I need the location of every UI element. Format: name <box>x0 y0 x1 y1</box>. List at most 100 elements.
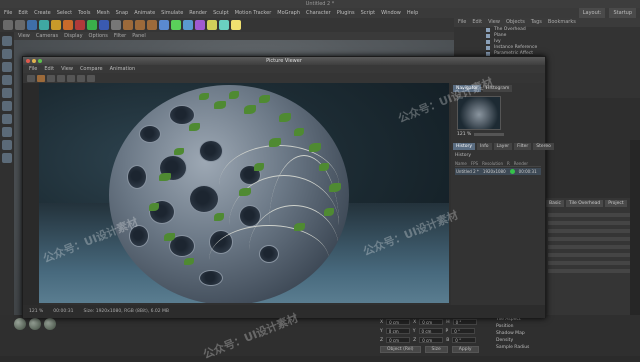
coordinate-system-icon[interactable] <box>111 20 121 30</box>
om-menu-item[interactable]: File <box>458 18 466 27</box>
spline-icon[interactable] <box>171 20 181 30</box>
rotation-p-field[interactable]: 0 ° <box>451 328 476 334</box>
tab-stereo[interactable]: Stereo <box>533 143 554 150</box>
rotate-icon[interactable] <box>63 20 73 30</box>
tab-history[interactable]: History <box>453 143 476 150</box>
maximize-icon[interactable] <box>38 59 42 63</box>
pv-menu-item[interactable]: Compare <box>80 65 103 73</box>
attribute-field[interactable] <box>548 237 636 241</box>
material-swatch[interactable] <box>29 318 41 330</box>
workplane-icon[interactable] <box>2 140 12 150</box>
split-view-icon[interactable] <box>87 74 95 82</box>
status-zoom[interactable]: 121 % <box>29 305 43 318</box>
viewport-menu-item[interactable]: Panel <box>132 32 146 40</box>
om-menu-item[interactable]: View <box>488 18 500 27</box>
rendered-image[interactable] <box>39 83 449 303</box>
viewport-menu-item[interactable]: View <box>18 32 30 40</box>
deformer-icon[interactable] <box>195 20 205 30</box>
position-z-field[interactable]: 0 cm <box>386 337 411 343</box>
make-editable-icon[interactable] <box>2 36 12 46</box>
attribute-field[interactable] <box>548 269 636 273</box>
size-y-field[interactable]: 0 cm <box>418 328 443 334</box>
menu-item[interactable]: File <box>4 8 12 18</box>
polygons-mode-icon[interactable] <box>2 101 12 111</box>
attribute-field[interactable] <box>548 261 636 265</box>
zoom-slider[interactable] <box>474 133 505 136</box>
menu-item[interactable]: Render <box>189 8 207 18</box>
menu-item[interactable]: Snap <box>116 8 129 18</box>
attribute-param[interactable]: Density <box>490 337 620 344</box>
attribute-field[interactable] <box>548 253 636 257</box>
menu-item[interactable]: Sculpt <box>213 8 229 18</box>
ab-compare-icon[interactable] <box>57 74 65 82</box>
menu-item[interactable]: Tools <box>78 8 90 18</box>
full-screen-icon[interactable] <box>77 74 85 82</box>
x-axis-icon[interactable] <box>75 20 85 30</box>
attribute-field[interactable] <box>548 245 636 249</box>
position-x-field[interactable]: 0 cm <box>386 319 411 325</box>
y-axis-icon[interactable] <box>87 20 97 30</box>
light-icon[interactable] <box>231 20 241 30</box>
camera-icon[interactable] <box>219 20 229 30</box>
attribute-tab[interactable]: Tile Overhead <box>565 200 604 207</box>
viewport-menu-item[interactable]: Cameras <box>36 32 58 40</box>
select-icon[interactable] <box>27 20 37 30</box>
render-icon[interactable] <box>37 74 45 82</box>
edges-mode-icon[interactable] <box>2 88 12 98</box>
undo-icon[interactable] <box>3 20 13 30</box>
pv-menu-item[interactable]: Animation <box>110 65 136 73</box>
tab-info[interactable]: Info <box>477 143 492 150</box>
lock-workplane-icon[interactable] <box>2 153 12 163</box>
om-menu-item[interactable]: Objects <box>506 18 525 27</box>
pv-menu-item[interactable]: Edit <box>44 65 54 73</box>
model-mode-icon[interactable] <box>2 49 12 59</box>
picture-viewer-title-bar[interactable]: Picture Viewer <box>23 57 545 65</box>
zoom-value[interactable]: 121 % <box>457 132 471 137</box>
stop-render-icon[interactable] <box>27 74 35 82</box>
menu-item[interactable]: Window <box>381 8 401 18</box>
viewport-menu-item[interactable]: Display <box>64 32 82 40</box>
attribute-field[interactable] <box>548 213 636 217</box>
menu-item[interactable]: Script <box>361 8 376 18</box>
redo-icon[interactable] <box>15 20 25 30</box>
coordinate-mode-dropdown[interactable]: Object (Rel) <box>380 346 421 353</box>
menu-item[interactable]: Mesh <box>96 8 109 18</box>
menu-item[interactable]: Help <box>407 8 418 18</box>
history-row[interactable]: Untitled 2 * 1920x1080 00:00:31 <box>455 168 541 175</box>
texture-mode-icon[interactable] <box>2 62 12 72</box>
snap-icon[interactable] <box>2 127 12 137</box>
minimize-icon[interactable] <box>32 59 36 63</box>
scene-icon[interactable] <box>207 20 217 30</box>
menu-item[interactable]: Animate <box>134 8 155 18</box>
attribute-tab[interactable]: Project <box>605 200 627 207</box>
attribute-param[interactable]: Shadow Map <box>490 330 620 337</box>
pv-menu-item[interactable]: View <box>61 65 73 73</box>
axis-mode-icon[interactable] <box>2 114 12 124</box>
close-icon[interactable] <box>26 59 30 63</box>
render-picture-viewer-icon[interactable] <box>135 20 145 30</box>
tab-filter[interactable]: Filter <box>514 143 532 150</box>
om-menu-item[interactable]: Edit <box>472 18 482 27</box>
size-x-field[interactable]: 0 cm <box>419 319 444 325</box>
render-settings-icon[interactable] <box>147 20 157 30</box>
viewport-menu-item[interactable]: Options <box>89 32 108 40</box>
attribute-field[interactable] <box>548 221 636 225</box>
menu-item[interactable]: Edit <box>18 8 28 18</box>
channel-icon[interactable] <box>67 74 75 82</box>
render-view-icon[interactable] <box>123 20 133 30</box>
material-swatch[interactable] <box>14 318 26 330</box>
pv-menu-item[interactable]: File <box>29 65 37 73</box>
menu-item[interactable]: Character <box>306 8 331 18</box>
save-icon[interactable] <box>47 74 55 82</box>
points-mode-icon[interactable] <box>2 75 12 85</box>
menu-item[interactable]: Create <box>34 8 51 18</box>
material-swatch[interactable] <box>44 318 56 330</box>
om-menu-item[interactable]: Bookmarks <box>548 18 576 27</box>
attribute-param[interactable]: Position <box>490 323 620 330</box>
layout-dropdown[interactable]: Startup <box>609 8 636 18</box>
menu-item[interactable]: Motion Tracker <box>235 8 272 18</box>
cube-icon[interactable] <box>159 20 169 30</box>
viewport-menu-item[interactable]: Filter <box>114 32 126 40</box>
menu-item[interactable]: Plugins <box>337 8 355 18</box>
menu-item[interactable]: MoGraph <box>277 8 300 18</box>
